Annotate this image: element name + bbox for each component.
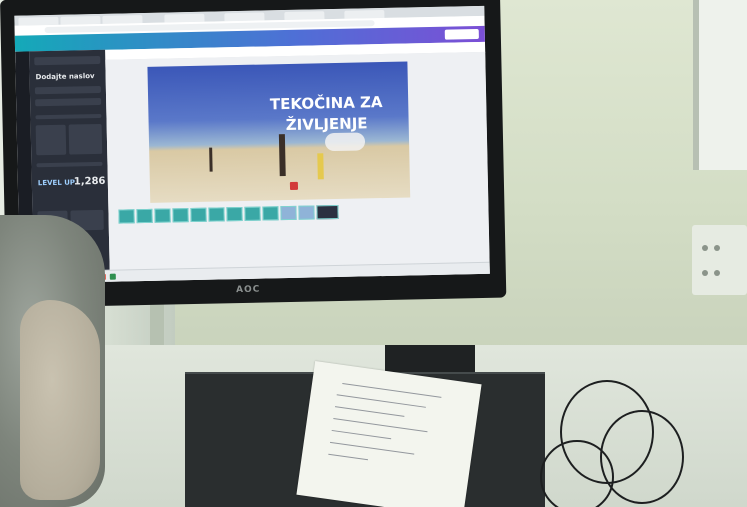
slide-thumbnail[interactable] — [226, 206, 243, 222]
font-combination[interactable]: 1,286 — [74, 176, 106, 188]
slide-thumbnail[interactable] — [208, 207, 225, 222]
slide-thumbnail[interactable] — [244, 206, 261, 221]
panel-divider — [36, 161, 103, 168]
person-figure — [317, 153, 324, 180]
slide-thumbnail[interactable] — [280, 205, 297, 221]
slide-thumbnail[interactable] — [118, 209, 135, 224]
slide-title[interactable]: TEKOČINA ZA ŽIVLJENJE — [256, 92, 397, 137]
slide-thumbnail[interactable] — [190, 207, 207, 223]
panel-divider — [35, 113, 102, 120]
add-heading-button[interactable]: Dodajte naslov — [36, 72, 95, 81]
add-body-button[interactable] — [35, 97, 102, 107]
taskbar-app-icon[interactable] — [109, 273, 116, 280]
cable — [540, 440, 614, 507]
slide-thumbnail[interactable] — [262, 206, 279, 221]
slide-thumbnail[interactable] — [136, 208, 153, 224]
font-combination[interactable] — [35, 124, 67, 156]
add-page-button[interactable] — [316, 204, 339, 220]
wall-socket — [692, 225, 747, 295]
slide-thumbnail[interactable] — [154, 208, 171, 223]
editor-canvas: TEKOČINA ZA ŽIVLJENJE — [105, 51, 490, 282]
person-face — [20, 300, 100, 500]
tree — [278, 134, 286, 177]
monitor-brand-logo: AOC — [236, 284, 261, 296]
add-subheading-button[interactable] — [34, 85, 101, 95]
slide-thumbnails — [118, 202, 488, 226]
slide-thumbnail[interactable] — [172, 208, 189, 223]
bucket — [289, 181, 299, 190]
handwritten-note — [296, 360, 482, 507]
tree — [209, 147, 213, 172]
cable — [600, 410, 684, 504]
share-button[interactable] — [444, 28, 479, 40]
font-combination[interactable] — [68, 123, 103, 155]
photo-scene: Dodajte naslov LEVEL UP 1,286 TEKOČINA Z… — [0, 0, 747, 507]
font-combination[interactable]: LEVEL UP — [38, 178, 75, 187]
slide[interactable]: TEKOČINA ZA ŽIVLJENJE — [147, 61, 411, 203]
search-input[interactable] — [34, 55, 101, 66]
cloud — [324, 132, 366, 152]
window — [693, 0, 747, 170]
slide-thumbnail[interactable] — [298, 205, 315, 220]
